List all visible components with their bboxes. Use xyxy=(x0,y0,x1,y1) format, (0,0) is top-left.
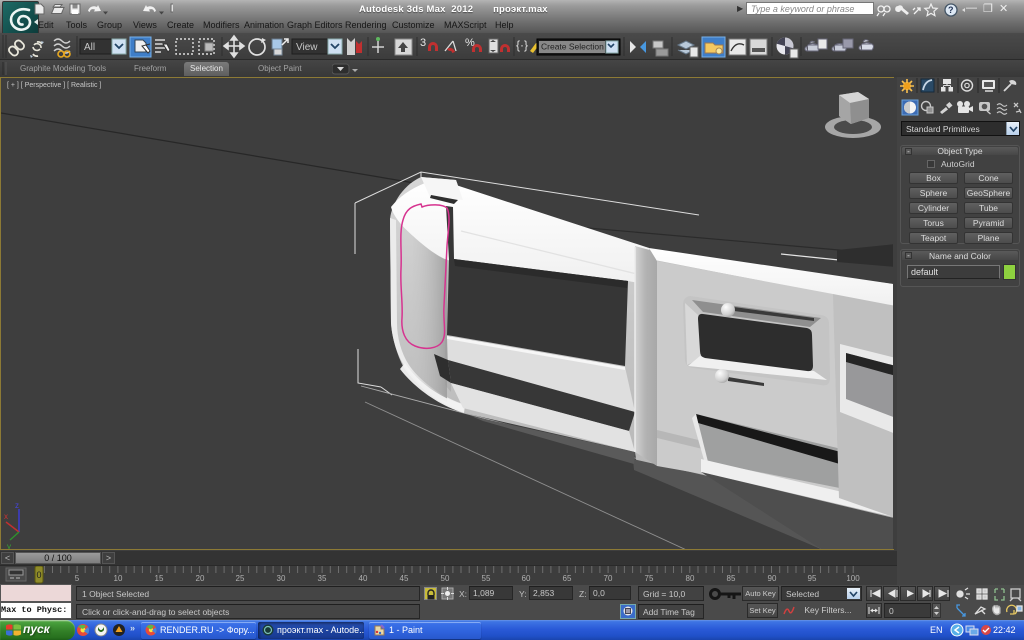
svg-text:Create Selection Se: Create Selection Se xyxy=(541,42,617,52)
svg-text:5: 5 xyxy=(75,574,80,583)
svg-text:95: 95 xyxy=(808,574,817,583)
svg-text:0: 0 xyxy=(36,570,41,580)
svg-text:10: 10 xyxy=(114,574,123,583)
svg-text:»: » xyxy=(130,623,135,633)
svg-text:View: View xyxy=(296,42,318,53)
svg-text:80: 80 xyxy=(686,574,695,583)
svg-text:x: x xyxy=(4,512,8,521)
svg-text:55: 55 xyxy=(482,574,491,583)
svg-text:3: 3 xyxy=(420,37,426,49)
svg-text:35: 35 xyxy=(318,574,327,583)
svg-text:45: 45 xyxy=(400,574,409,583)
svg-text:y: y xyxy=(7,542,11,549)
svg-text:z: z xyxy=(15,501,19,510)
svg-text:65: 65 xyxy=(563,574,572,583)
svg-text:90: 90 xyxy=(768,574,777,583)
svg-text:100: 100 xyxy=(846,574,860,583)
svg-text:All: All xyxy=(84,42,95,53)
svg-text:50: 50 xyxy=(441,574,450,583)
svg-text:25: 25 xyxy=(236,574,245,583)
svg-text:{·}: {·} xyxy=(516,38,528,52)
svg-text:75: 75 xyxy=(645,574,654,583)
svg-text:15: 15 xyxy=(155,574,164,583)
svg-text:?: ? xyxy=(948,5,954,15)
svg-text:70: 70 xyxy=(604,574,613,583)
svg-text:20: 20 xyxy=(196,574,205,583)
svg-text:85: 85 xyxy=(727,574,736,583)
svg-text:40: 40 xyxy=(359,574,368,583)
svg-text:30: 30 xyxy=(277,574,286,583)
svg-text:60: 60 xyxy=(522,574,531,583)
